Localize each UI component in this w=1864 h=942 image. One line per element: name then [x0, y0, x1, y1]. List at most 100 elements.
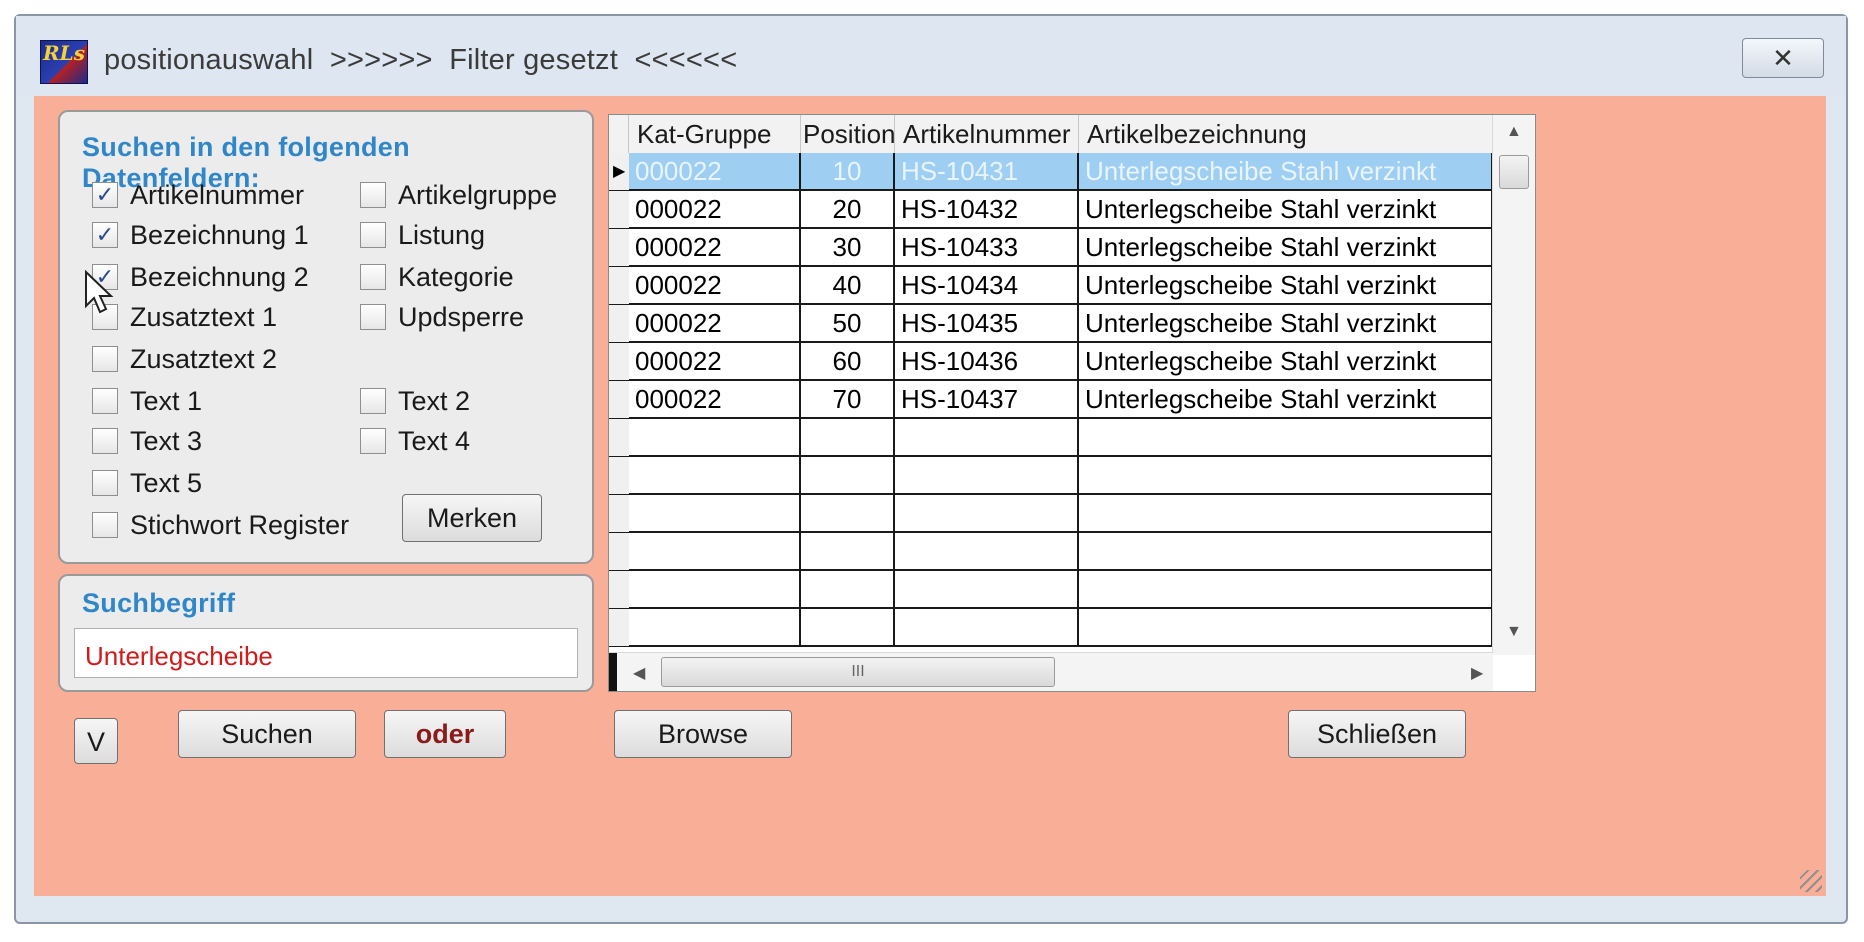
table-cell[interactable]: Unterlegscheibe Stahl verzinkt	[1079, 153, 1493, 191]
v-button[interactable]: V	[74, 718, 118, 764]
table-cell[interactable]: 000022	[629, 229, 801, 267]
resize-grip-icon[interactable]	[1800, 870, 1822, 892]
table-cell[interactable]	[1079, 533, 1493, 571]
table-cell[interactable]	[801, 571, 895, 609]
table-cell[interactable]	[895, 495, 1079, 533]
browse-button[interactable]: Browse	[614, 710, 792, 758]
row-selector[interactable]	[609, 419, 629, 457]
table-cell[interactable]	[801, 419, 895, 457]
table-cell[interactable]	[629, 571, 801, 609]
table-cell[interactable]	[801, 457, 895, 495]
checkbox-empty-icon[interactable]	[360, 182, 386, 208]
checkbox-empty-icon[interactable]	[92, 346, 118, 372]
table-cell[interactable]: HS-10436	[895, 343, 1079, 381]
table-cell[interactable]: 000022	[629, 153, 801, 191]
column-header[interactable]: Kat-Gruppe	[629, 115, 801, 153]
table-cell[interactable]: HS-10433	[895, 229, 1079, 267]
table-cell[interactable]: HS-10435	[895, 305, 1079, 343]
close-button[interactable]: ✕	[1742, 38, 1824, 78]
row-selector[interactable]	[609, 381, 629, 419]
checkbox-empty-icon[interactable]	[360, 428, 386, 454]
table-cell[interactable]	[895, 609, 1079, 647]
table-cell[interactable]: Unterlegscheibe Stahl verzinkt	[1079, 305, 1493, 343]
checkbox-checked-icon[interactable]: ✓	[92, 222, 118, 248]
checkbox-empty-icon[interactable]	[360, 222, 386, 248]
table-cell[interactable]	[895, 419, 1079, 457]
table-cell[interactable]	[801, 495, 895, 533]
table-cell[interactable]	[629, 609, 801, 647]
table-cell[interactable]	[895, 457, 1079, 495]
table-cell[interactable]	[1079, 419, 1493, 457]
row-selector[interactable]	[609, 267, 629, 305]
checkbox-checked-icon[interactable]: ✓	[92, 182, 118, 208]
table-cell[interactable]: 000022	[629, 191, 801, 229]
row-selector[interactable]	[609, 457, 629, 495]
scroll-up-icon[interactable]: ▲	[1506, 123, 1522, 141]
horizontal-scroll-thumb[interactable]: III	[661, 657, 1055, 687]
table-cell[interactable]: Unterlegscheibe Stahl verzinkt	[1079, 267, 1493, 305]
scroll-down-icon[interactable]: ▼	[1506, 623, 1522, 641]
checkbox-empty-icon[interactable]	[92, 388, 118, 414]
schliessen-button[interactable]: Schließen	[1288, 710, 1466, 758]
current-row-indicator-icon[interactable]: ▶	[609, 153, 629, 191]
table-cell[interactable]: 30	[801, 229, 895, 267]
row-selector[interactable]	[609, 495, 629, 533]
table-cell[interactable]: 40	[801, 267, 895, 305]
table-cell[interactable]: 000022	[629, 305, 801, 343]
table-cell[interactable]	[1079, 457, 1493, 495]
search-term-input[interactable]: Unterlegscheibe	[74, 628, 578, 678]
table-cell[interactable]	[629, 533, 801, 571]
table-cell[interactable]: Unterlegscheibe Stahl verzinkt	[1079, 229, 1493, 267]
table-cell[interactable]: Unterlegscheibe Stahl verzinkt	[1079, 381, 1493, 419]
merken-button[interactable]: Merken	[402, 494, 542, 542]
table-cell[interactable]	[801, 609, 895, 647]
column-header[interactable]: Artikelnummer	[895, 115, 1079, 153]
table-cell[interactable]	[895, 533, 1079, 571]
checkbox-empty-icon[interactable]	[92, 512, 118, 538]
row-selector[interactable]	[609, 191, 629, 229]
row-selector[interactable]	[609, 229, 629, 267]
table-cell[interactable]: 70	[801, 381, 895, 419]
row-selector[interactable]	[609, 609, 629, 647]
results-grid[interactable]: Kat-Gruppe Position Artikelnummer Artikelbe…	[608, 114, 1536, 692]
table-cell[interactable]: 20	[801, 191, 895, 229]
checkbox-empty-icon[interactable]	[360, 264, 386, 290]
row-selector[interactable]	[609, 571, 629, 609]
table-cell[interactable]: HS-10432	[895, 191, 1079, 229]
checkbox-empty-icon[interactable]	[92, 428, 118, 454]
table-cell[interactable]	[895, 571, 1079, 609]
table-cell[interactable]	[629, 419, 801, 457]
table-cell[interactable]: 000022	[629, 343, 801, 381]
row-selector[interactable]	[609, 343, 629, 381]
checkbox-empty-icon[interactable]	[360, 304, 386, 330]
row-selector[interactable]	[609, 533, 629, 571]
suchen-button[interactable]: Suchen	[178, 710, 356, 758]
scroll-right-icon[interactable]: ▶	[1471, 663, 1483, 683]
table-cell[interactable]	[1079, 609, 1493, 647]
checkbox-empty-icon[interactable]	[92, 470, 118, 496]
vertical-scrollbar[interactable]: ▲ ▼	[1492, 115, 1535, 655]
column-header[interactable]: Artikelbezeichnung	[1079, 115, 1493, 153]
column-header[interactable]: Position	[801, 115, 896, 153]
table-cell[interactable]: HS-10431	[895, 153, 1079, 191]
table-cell[interactable]: HS-10437	[895, 381, 1079, 419]
table-cell[interactable]: 60	[801, 343, 895, 381]
table-cell[interactable]	[1079, 495, 1493, 533]
table-cell[interactable]	[629, 495, 801, 533]
table-cell[interactable]	[629, 457, 801, 495]
table-cell[interactable]: HS-10434	[895, 267, 1079, 305]
table-cell[interactable]: Unterlegscheibe Stahl verzinkt	[1079, 191, 1493, 229]
table-cell[interactable]: 000022	[629, 267, 801, 305]
oder-button[interactable]: oder	[384, 710, 506, 758]
row-selector[interactable]	[609, 305, 629, 343]
horizontal-scrollbar[interactable]: ◀ III ▶	[609, 652, 1493, 691]
table-cell[interactable]: 50	[801, 305, 895, 343]
checkbox-empty-icon[interactable]	[360, 388, 386, 414]
table-cell[interactable]	[1079, 571, 1493, 609]
table-cell[interactable]: Unterlegscheibe Stahl verzinkt	[1079, 343, 1493, 381]
table-cell[interactable]: 10	[801, 153, 895, 191]
table-cell[interactable]	[801, 533, 895, 571]
table-cell[interactable]: 000022	[629, 381, 801, 419]
scroll-left-icon[interactable]: ◀	[633, 663, 645, 683]
vertical-scroll-thumb[interactable]	[1499, 155, 1529, 189]
